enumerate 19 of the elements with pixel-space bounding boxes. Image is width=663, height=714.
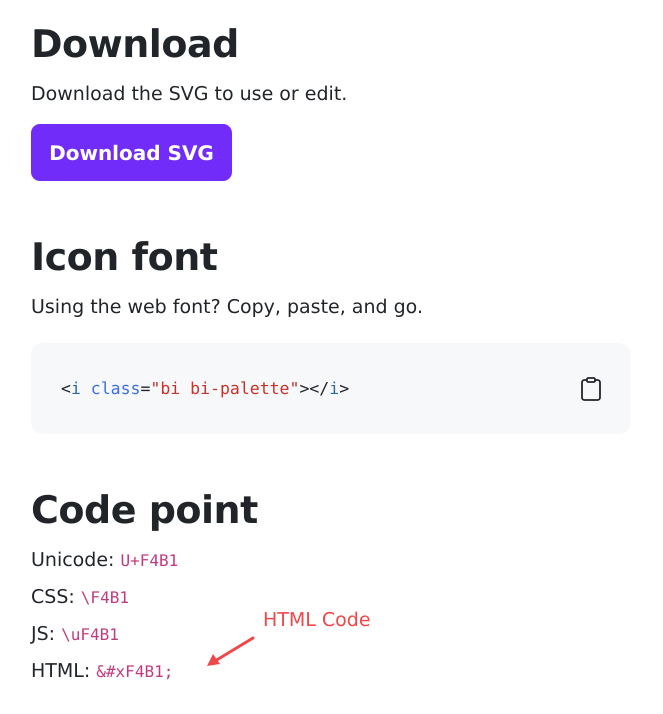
copy-button[interactable] <box>580 376 602 400</box>
code-point-value: \F4B1 <box>80 587 129 609</box>
code-point-label: JS: <box>31 622 56 647</box>
code-point-value: &#xF4B1; <box>96 661 174 683</box>
code-point-value: \uF4B1 <box>61 624 119 646</box>
clipboard-icon <box>580 376 602 400</box>
description-text: Download the SVG to use or edit. <box>31 82 348 107</box>
section-heading: Code point <box>31 487 259 534</box>
code-point-label: CSS: <box>31 585 75 610</box>
annotation-label: HTML Code <box>263 609 371 631</box>
code-point-label: Unicode: <box>31 548 114 573</box>
code-point-value: U+F4B1 <box>120 550 178 572</box>
annotation-arrow <box>205 635 255 668</box>
code-point-label: HTML: <box>31 659 90 684</box>
section-heading: Download <box>31 21 240 68</box>
code-snippet: <i class="bi bi-palette"></i> <box>61 379 350 398</box>
description-text: Using the web font? Copy, paste, and go. <box>31 295 424 320</box>
download-button[interactable]: Download SVG <box>31 124 232 181</box>
section-heading: Icon font <box>31 234 218 281</box>
